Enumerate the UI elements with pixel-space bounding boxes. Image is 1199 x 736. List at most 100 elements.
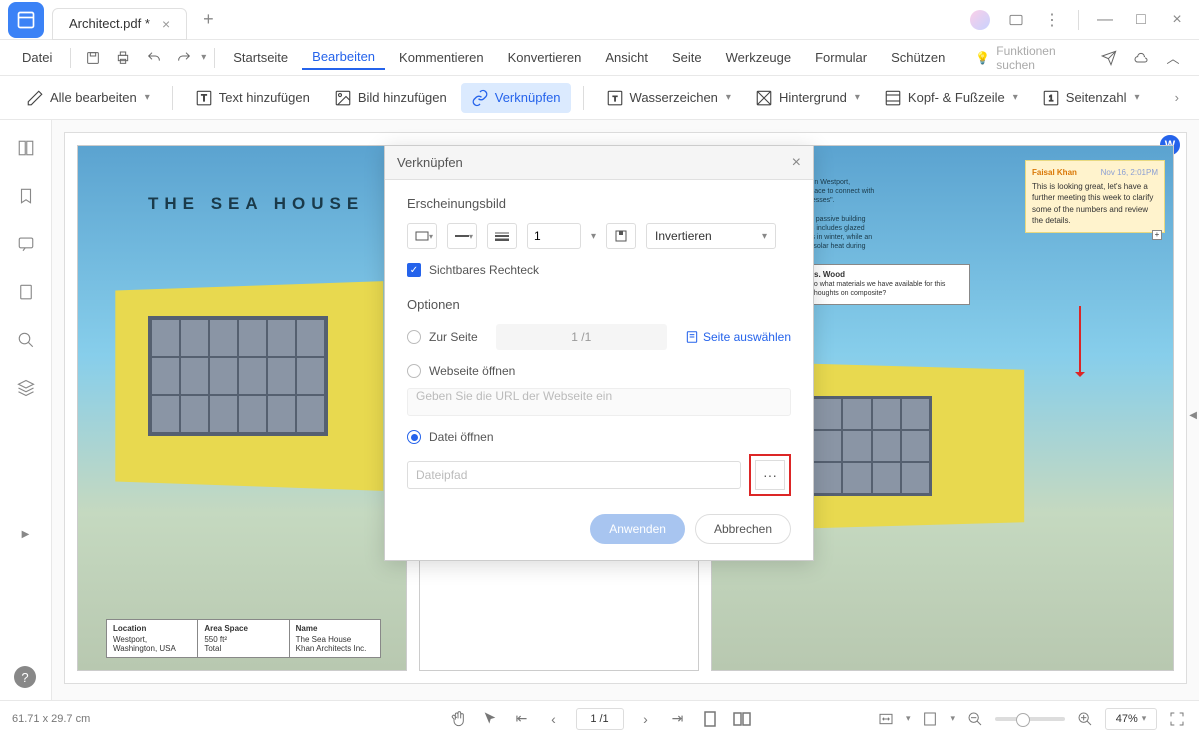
page-title: THE SEA HOUSE bbox=[148, 194, 364, 214]
minimize-icon[interactable]: — bbox=[1091, 6, 1119, 34]
send-icon[interactable] bbox=[1095, 44, 1123, 72]
house-illustration bbox=[98, 246, 388, 526]
first-page-icon[interactable]: ⇤ bbox=[512, 709, 532, 729]
line-weight-button[interactable] bbox=[487, 223, 517, 249]
fit-width-icon[interactable] bbox=[876, 709, 896, 729]
single-page-icon[interactable] bbox=[700, 709, 720, 729]
right-panel-expand-icon[interactable]: ◀ bbox=[1189, 410, 1197, 421]
menu-convert[interactable]: Konvertieren bbox=[498, 46, 592, 69]
select-tool-icon[interactable] bbox=[480, 709, 500, 729]
file-path-input[interactable]: Dateipfad bbox=[407, 461, 741, 489]
statusbar: 61.71 x 29.7 cm ⇤ ‹ 1 /1 › ⇥ ▾ ▾ 47%▾ bbox=[0, 700, 1199, 736]
line-style-dropdown[interactable] bbox=[407, 223, 437, 249]
header-footer-button[interactable]: Kopf- & Fußzeile ▾ bbox=[874, 83, 1028, 113]
page-number-button[interactable]: 1 Seitenzahl ▾ bbox=[1032, 83, 1150, 113]
menu-tools[interactable]: Werkzeuge bbox=[716, 46, 802, 69]
svg-text:T: T bbox=[201, 93, 207, 103]
message-icon[interactable] bbox=[1002, 6, 1030, 34]
highlight-style-select[interactable]: Invertieren ▾ bbox=[646, 223, 776, 249]
double-page-icon[interactable] bbox=[732, 709, 752, 729]
fullscreen-icon[interactable] bbox=[1167, 709, 1187, 729]
menu-comment[interactable]: Kommentieren bbox=[389, 46, 494, 69]
menu-edit[interactable]: Bearbeiten bbox=[302, 45, 385, 70]
menu-form[interactable]: Formular bbox=[805, 46, 877, 69]
zoom-in-icon[interactable] bbox=[1075, 709, 1095, 729]
next-page-icon[interactable]: › bbox=[636, 709, 656, 729]
hand-tool-icon[interactable] bbox=[448, 709, 468, 729]
apply-button[interactable]: Anwenden bbox=[590, 514, 685, 544]
rail-expand-icon[interactable]: ▶ bbox=[22, 529, 30, 540]
cancel-button[interactable]: Abbrechen bbox=[695, 514, 791, 544]
arrow-annotation[interactable] bbox=[1079, 306, 1081, 376]
url-input[interactable]: Geben Sie die URL der Webseite ein bbox=[407, 388, 791, 416]
fit-page-icon[interactable] bbox=[920, 709, 940, 729]
save-icon[interactable] bbox=[79, 44, 105, 72]
background-button[interactable]: Hintergrund ▾ bbox=[745, 83, 870, 113]
maximize-icon[interactable]: □ bbox=[1127, 6, 1155, 34]
comment-resize-handle[interactable]: + bbox=[1152, 230, 1162, 240]
comment-panel-icon[interactable] bbox=[14, 232, 38, 256]
page-number-input[interactable]: 1 /1 bbox=[496, 324, 667, 350]
open-web-radio[interactable] bbox=[407, 364, 421, 378]
collapse-icon[interactable]: ︿ bbox=[1159, 44, 1187, 72]
menu-file[interactable]: Datei bbox=[12, 46, 62, 69]
add-image-button[interactable]: Bild hinzufügen bbox=[324, 83, 457, 113]
menu-view[interactable]: Ansicht bbox=[595, 46, 658, 69]
kebab-menu-icon[interactable]: ⋮ bbox=[1038, 6, 1066, 34]
line-dash-dropdown[interactable] bbox=[447, 223, 477, 249]
document-tab[interactable]: Architect.pdf * × bbox=[52, 8, 187, 40]
undo-icon[interactable] bbox=[140, 44, 166, 72]
header-footer-icon bbox=[884, 89, 902, 107]
comment-note[interactable]: Faisal Khan Nov 16, 2:01PM This is looki… bbox=[1025, 160, 1165, 233]
lightbulb-icon: 💡 bbox=[975, 51, 990, 65]
zoom-slider[interactable] bbox=[995, 717, 1065, 721]
bookmark-icon[interactable] bbox=[14, 184, 38, 208]
cloud-icon[interactable] bbox=[1127, 44, 1155, 72]
search-functions[interactable]: 💡 Funktionen suchen bbox=[975, 44, 1091, 72]
thickness-input[interactable] bbox=[527, 223, 581, 249]
prev-page-icon[interactable]: ‹ bbox=[544, 709, 564, 729]
menubar: Datei ▾ Startseite Bearbeiten Kommentier… bbox=[0, 40, 1199, 76]
left-rail: ▶ bbox=[0, 120, 52, 700]
toolbar-scroll-right-icon[interactable]: › bbox=[1171, 86, 1183, 109]
edit-toolbar: Alle bearbeiten ▾ T Text hinzufügen Bild… bbox=[0, 76, 1199, 120]
link-button[interactable]: Verknüpfen bbox=[461, 83, 571, 113]
watermark-button[interactable]: T Wasserzeichen ▾ bbox=[596, 83, 741, 113]
chevron-down-icon: ▾ bbox=[726, 92, 731, 103]
page-1: THE SEA HOUSE LocationWestport,Washingto… bbox=[77, 145, 407, 671]
new-tab-button[interactable]: + bbox=[195, 5, 222, 34]
edit-all-button[interactable]: Alle bearbeiten ▾ bbox=[16, 83, 160, 113]
redo-icon[interactable] bbox=[171, 44, 197, 72]
app-logo[interactable] bbox=[8, 2, 44, 38]
link-dialog: Verknüpfen × Erscheinungsbild ▾ Invertie… bbox=[384, 145, 814, 561]
help-button[interactable]: ? bbox=[14, 666, 36, 688]
zoom-value[interactable]: 47%▾ bbox=[1105, 708, 1157, 730]
add-text-button[interactable]: T Text hinzufügen bbox=[185, 83, 320, 113]
color-picker-button[interactable] bbox=[606, 223, 636, 249]
menu-protect[interactable]: Schützen bbox=[881, 46, 955, 69]
tab-close-icon[interactable]: × bbox=[162, 16, 170, 32]
layers-icon[interactable] bbox=[14, 376, 38, 400]
chevron-down-icon: ▾ bbox=[145, 92, 150, 103]
page-number-icon: 1 bbox=[1042, 89, 1060, 107]
dialog-close-icon[interactable]: × bbox=[792, 154, 801, 172]
attachment-icon[interactable] bbox=[14, 280, 38, 304]
chevron-down-icon: ▾ bbox=[855, 92, 860, 103]
print-icon[interactable] bbox=[110, 44, 136, 72]
search-panel-icon[interactable] bbox=[14, 328, 38, 352]
menu-home[interactable]: Startseite bbox=[223, 46, 298, 69]
pencil-icon bbox=[26, 89, 44, 107]
tab-title: Architect.pdf * bbox=[69, 16, 150, 31]
visible-rect-checkbox[interactable]: ✓ bbox=[407, 263, 421, 277]
user-avatar-icon[interactable] bbox=[966, 6, 994, 34]
last-page-icon[interactable]: ⇥ bbox=[668, 709, 688, 729]
page-indicator[interactable]: 1 /1 bbox=[576, 708, 624, 730]
open-file-radio[interactable] bbox=[407, 430, 421, 444]
browse-file-button[interactable]: ··· bbox=[755, 460, 785, 490]
zoom-out-icon[interactable] bbox=[965, 709, 985, 729]
menu-page[interactable]: Seite bbox=[662, 46, 712, 69]
select-page-button[interactable]: Seite auswählen bbox=[685, 330, 791, 344]
thumbnails-icon[interactable] bbox=[14, 136, 38, 160]
close-window-icon[interactable]: × bbox=[1163, 6, 1191, 34]
to-page-radio[interactable] bbox=[407, 330, 421, 344]
